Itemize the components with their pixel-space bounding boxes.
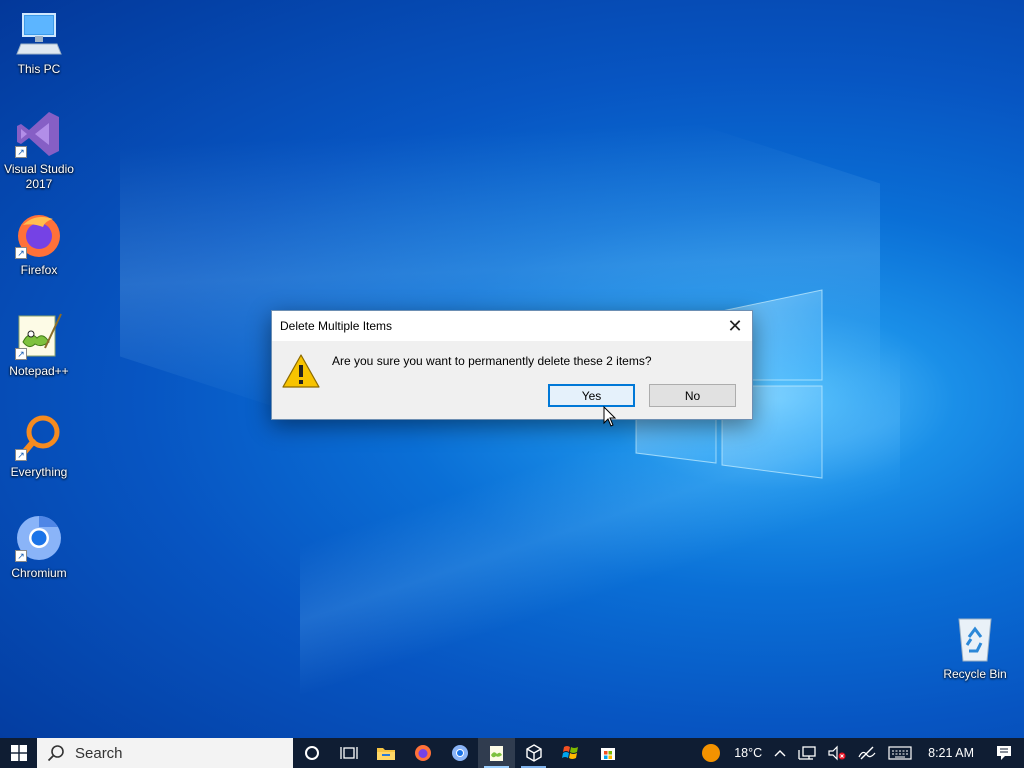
desktop-icon-label: Notepad++ [9, 364, 69, 378]
desktop-icon-label: Visual Studio 2017 [4, 162, 74, 191]
taskbar-virtualbox[interactable] [515, 738, 552, 768]
cortana-circle-icon [304, 746, 319, 760]
warning-icon [282, 354, 320, 388]
search-placeholder: Search [75, 744, 123, 762]
desktop-icon-notepadpp[interactable]: ↗ Notepad++ [0, 312, 78, 379]
chromium-icon [451, 745, 468, 761]
dialog-title-bar[interactable]: Delete Multiple Items ✕ [272, 311, 752, 341]
desktop-icon-label: This PC [17, 62, 61, 76]
recycle-bin-icon [951, 615, 999, 663]
delete-confirm-dialog: Delete Multiple Items ✕ Are you sure you… [271, 310, 753, 420]
notepadpp-icon [489, 746, 503, 761]
taskbar: Search 18°C 8:21 AM [0, 738, 1024, 768]
windows-start-icon [10, 745, 27, 761]
desktop-icon-everything[interactable]: ↗ Everything [0, 413, 78, 480]
shortcut-arrow-icon: ↗ [15, 348, 27, 360]
taskbar-store[interactable] [589, 738, 626, 768]
desktop-icon-firefox[interactable]: ↗ Firefox [0, 211, 78, 278]
search-icon [47, 745, 64, 762]
dialog-title: Delete Multiple Items [280, 319, 393, 333]
desktop-icon-label: Firefox [20, 263, 58, 277]
desktop-icon-recycle-bin[interactable]: Recycle Bin [936, 615, 1014, 682]
action-center-button[interactable] [984, 738, 1024, 768]
shortcut-arrow-icon: ↗ [15, 550, 27, 562]
volume-muted-icon [828, 745, 846, 761]
taskbar-app-list [293, 738, 626, 768]
clock[interactable]: 8:21 AM [918, 738, 984, 768]
volume-button[interactable] [822, 738, 852, 768]
task-view-icon [339, 747, 358, 759]
firefox-icon [414, 745, 431, 761]
store-icon [600, 748, 615, 760]
computer-icon [15, 10, 63, 58]
close-button[interactable]: ✕ [718, 311, 752, 341]
mouse-cursor-icon [603, 406, 617, 427]
dialog-message: Are you sure you want to permanently del… [332, 354, 652, 368]
weather-temperature: 18°C [734, 746, 763, 760]
pen-icon [858, 746, 876, 760]
notification-icon [997, 746, 1011, 760]
folder-icon [376, 748, 395, 760]
taskbar-chromium[interactable] [441, 738, 478, 768]
taskbar-notepadpp[interactable] [478, 738, 515, 768]
weather-sun-icon [702, 744, 721, 762]
desktop-icon-chromium[interactable]: ↗ Chromium [0, 514, 78, 581]
desktop-icon-visual-studio[interactable]: ↗ Visual Studio 2017 [0, 110, 78, 192]
dialog-body: Are you sure you want to permanently del… [272, 341, 752, 420]
pen-workspace-button[interactable] [852, 738, 882, 768]
network-button[interactable] [792, 738, 822, 768]
everything-search-icon: ↗ [15, 413, 63, 461]
chromium-icon: ↗ [15, 514, 63, 562]
touch-keyboard-button[interactable] [882, 738, 918, 768]
firefox-icon: ↗ [15, 211, 63, 259]
shortcut-arrow-icon: ↗ [15, 449, 27, 461]
yes-button[interactable]: Yes [548, 384, 635, 407]
keyboard-icon [888, 746, 912, 760]
shortcut-arrow-icon: ↗ [15, 247, 27, 259]
desktop-icon-label: Everything [10, 465, 68, 479]
chevron-up-icon [774, 750, 786, 757]
visual-studio-icon: ↗ [15, 110, 63, 158]
cube-icon [525, 744, 542, 762]
desktop-icon-this-pc[interactable]: This PC [0, 10, 78, 77]
system-tray: 18°C 8:21 AM [696, 738, 1024, 768]
clock-time: 8:21 AM [928, 746, 974, 760]
no-button[interactable]: No [649, 384, 736, 407]
taskbar-visual-studio[interactable] [552, 738, 589, 768]
taskbar-task-view[interactable] [330, 738, 367, 768]
windows-flag-icon [561, 746, 578, 759]
start-button[interactable] [0, 738, 37, 768]
notepadpp-icon: ↗ [15, 312, 63, 360]
shortcut-arrow-icon: ↗ [15, 146, 27, 158]
taskbar-search-box[interactable]: Search [37, 738, 293, 768]
taskbar-firefox[interactable] [404, 738, 441, 768]
desktop-icon-label: Recycle Bin [943, 667, 1007, 681]
show-hidden-icons-button[interactable] [768, 738, 792, 768]
network-icon [798, 746, 816, 760]
desktop-icon-label: Chromium [11, 566, 67, 580]
weather-widget[interactable]: 18°C [696, 738, 768, 768]
close-icon: ✕ [727, 315, 743, 336]
taskbar-cortana[interactable] [293, 738, 330, 768]
taskbar-file-explorer[interactable] [367, 738, 404, 768]
